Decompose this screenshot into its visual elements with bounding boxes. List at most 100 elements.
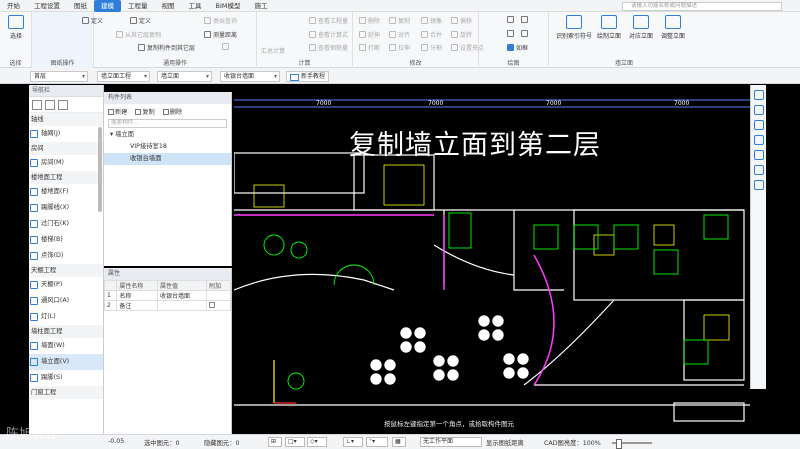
sidebar-item[interactable]: 墙立面(V) (29, 354, 103, 370)
rotate-button[interactable]: 旋转 (451, 30, 472, 39)
sidebar-item[interactable]: 楼地面(F) (29, 184, 103, 200)
snap-toggle[interactable]: ⊞ (268, 437, 282, 447)
layer-icon[interactable] (753, 120, 764, 130)
view-quantity-button[interactable]: 查看工程量 (309, 16, 348, 25)
property-value[interactable] (157, 300, 208, 311)
extend-button[interactable]: 延伸 (359, 30, 380, 39)
align-button[interactable]: 对齐 (389, 30, 410, 39)
tab-project-settings[interactable]: 工程设置 (27, 0, 67, 12)
function-search-input[interactable]: 请输入功能名称或问题描述 (622, 2, 782, 11)
tab-start[interactable]: 开始 (0, 0, 27, 12)
pan-icon[interactable] (753, 165, 764, 175)
tab-view[interactable]: 视图 (155, 0, 182, 12)
nav-category[interactable]: 房间 (29, 142, 103, 155)
break-button[interactable]: 打断 (359, 43, 380, 52)
new-component-button[interactable]: 新建 (108, 107, 127, 116)
grid-view-icon[interactable] (58, 100, 68, 110)
nav-scrollbar[interactable] (98, 127, 102, 212)
sidebar-item[interactable]: 踢脚(S) (29, 370, 103, 386)
define-small-button[interactable]: 定义 (130, 16, 151, 25)
tree-root[interactable]: ▾ 墙立面 (104, 129, 231, 141)
sidebar-item[interactable]: 灯(L) (29, 309, 103, 325)
sidebar-item[interactable]: 楼梯(B) (29, 232, 103, 248)
similar-query-button[interactable]: 类似查询 (204, 16, 237, 25)
tab-modeling[interactable]: 建模 (94, 0, 121, 12)
nav-category[interactable]: 轴线 (29, 113, 103, 126)
nav-category[interactable]: 楼地面工程 (29, 171, 103, 184)
rect-button[interactable] (521, 30, 528, 37)
type-select[interactable]: 墙立面 (157, 71, 212, 82)
grid-toggle[interactable]: ▦ (392, 437, 406, 447)
tab-tools[interactable]: 工具 (182, 0, 209, 12)
delete-button[interactable]: 删除 (359, 16, 380, 25)
break-icon (359, 44, 366, 51)
top-view-icon[interactable] (753, 105, 764, 115)
sidebar-item[interactable]: 轴网(J) (29, 126, 103, 142)
stretch-button[interactable]: 拉伸 (389, 43, 410, 52)
tree-item-vip[interactable]: VIP接待室18 (104, 141, 231, 153)
property-value[interactable]: 收银台墙面 (157, 290, 208, 301)
line-button[interactable] (521, 16, 528, 23)
tab-construction[interactable]: 施工 (247, 0, 274, 12)
mirror-button[interactable]: 镜像 (421, 16, 442, 25)
selection-mode-toggle[interactable]: □▾ (285, 437, 305, 447)
measure-distance-button[interactable]: 测量距离 (204, 30, 237, 39)
copy-component-to-other-layer-button[interactable]: 复制构件到其它层 (138, 43, 195, 52)
floor-select[interactable]: 首层 (30, 71, 88, 82)
match-elevation-button[interactable]: 对应立面 (625, 15, 657, 40)
frame-checkbox[interactable]: 如框 (507, 43, 528, 52)
drawing-canvas[interactable]: 7000 7000 7000 7000 复制墙立面到第二层 按鼠标左键指定第一个… (234, 85, 750, 434)
component-search-input[interactable]: 搜索构件... (108, 119, 227, 128)
sidebar-item[interactable]: 墙面(W) (29, 338, 103, 354)
sidebar-item[interactable]: 通风口(A) (29, 293, 103, 309)
y-coordinate: -0.05 (108, 438, 125, 445)
summary-calc-button[interactable]: 汇总计算 (261, 46, 285, 55)
nav-category[interactable]: 墙柱面工程 (29, 325, 103, 338)
instance-select[interactable]: 收银台墙面 (220, 71, 280, 82)
sidebar-item[interactable]: 踢脚线(X) (29, 200, 103, 216)
group-calc: 查看工程量 查看计算式 查看钢筋量 汇总计算 计算 (257, 12, 353, 68)
offset-button[interactable]: 偏移 (451, 16, 472, 25)
tree-item-cashier-wall[interactable]: 收银台墙面 (104, 153, 231, 165)
copy-button[interactable]: 复制 (389, 16, 410, 25)
split-button[interactable]: 分割 (421, 43, 442, 52)
tab-bim[interactable]: BIM模型 (209, 0, 248, 12)
nav-category[interactable]: 门窗工程 (29, 386, 103, 399)
ortho-toggle[interactable]: ∟▾ (343, 437, 363, 447)
point-button[interactable] (507, 16, 514, 23)
sidebar-item[interactable]: 天棚(P) (29, 277, 103, 293)
display-settings-icon[interactable] (753, 180, 764, 190)
extra-checkbox[interactable] (209, 301, 216, 308)
tab-drawings[interactable]: 图纸 (67, 0, 94, 12)
category-select[interactable]: 墙立面工程 (97, 71, 150, 82)
zoom-extent-icon[interactable] (753, 150, 764, 160)
rebar-icon (309, 44, 316, 51)
workplane-select[interactable]: 无工作平面 (420, 437, 482, 447)
more-ops-button[interactable] (222, 43, 229, 50)
select-button[interactable]: 选择 (0, 15, 32, 40)
copy-component-button[interactable]: 复制 (135, 107, 155, 116)
sidebar-item[interactable]: 点饰(D) (29, 248, 103, 264)
tile-view-icon[interactable] (45, 100, 55, 110)
nav-category[interactable]: 天棚工程 (29, 264, 103, 277)
sidebar-item[interactable]: 房间(M) (29, 155, 103, 171)
identify-index-button[interactable]: 识别索引符号 (555, 15, 593, 40)
arc-button[interactable] (507, 30, 514, 37)
brightness-slider[interactable] (612, 439, 652, 449)
show-drawing-distance-toggle[interactable]: 显示图纸距离 (486, 438, 524, 447)
view-rebar-button[interactable]: 查看钢筋量 (309, 43, 348, 52)
delete-component-button[interactable]: 删除 (162, 107, 182, 116)
view-3d-icon[interactable] (753, 90, 764, 100)
view-formula-button[interactable]: 查看计算式 (309, 30, 348, 39)
osnap-toggle[interactable]: ⁺▾ (366, 437, 388, 447)
adjust-elevation-button[interactable]: 调整立面 (657, 15, 689, 40)
view-mode-toggle[interactable]: ◇▾ (307, 437, 327, 447)
box-icon[interactable] (753, 135, 764, 145)
tutorial-button[interactable]: 新手教程 (286, 71, 330, 82)
draw-elevation-button[interactable]: 绘制立面 (593, 15, 625, 40)
tab-quantity[interactable]: 工程量 (121, 0, 155, 12)
copy-from-other-layer-button[interactable]: 从其它层复制 (116, 30, 161, 39)
list-view-icon[interactable] (32, 100, 42, 110)
sidebar-item[interactable]: 过门石(K) (29, 216, 103, 232)
merge-button[interactable]: 合并 (421, 30, 442, 39)
